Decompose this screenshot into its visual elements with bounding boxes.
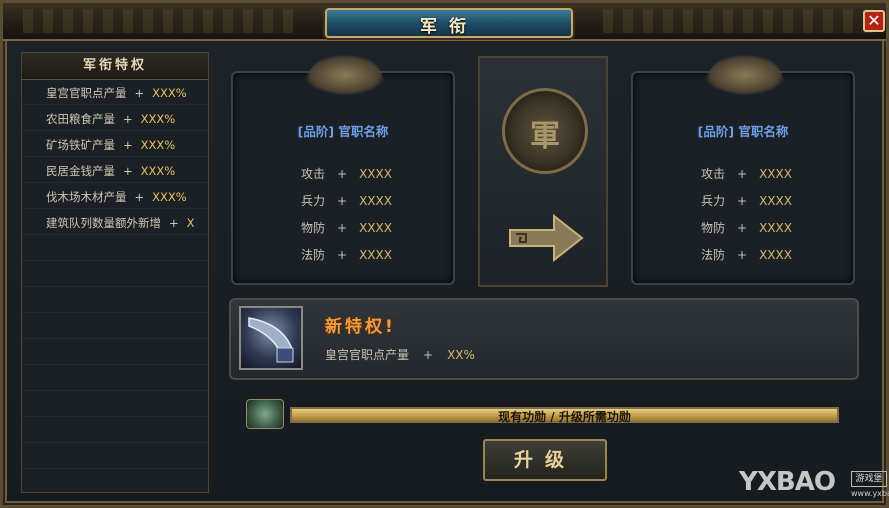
stat-row: 攻击 + XXXX [301, 165, 392, 182]
new-privilege-title: 新特权! [325, 317, 396, 337]
privileges-list: 皇宫官职点产量 + XXX% 农田粮食产量 + XXX% 矿场铁矿产量 + XXX% 民居金钱产量… [22, 80, 208, 236]
new-privilege-line: 皇宫官职点产量 + XX% [325, 346, 475, 363]
privilege-label: 矿场铁矿产量 [46, 138, 115, 152]
plus-sign: + [337, 194, 348, 208]
privilege-item: 建筑队列数量额外新增 + X [22, 210, 208, 236]
title-plate: 军衔 [325, 8, 573, 38]
privilege-value: X [186, 216, 195, 230]
privilege-item: 民居金钱产量 + XXX% [22, 158, 208, 184]
stat-value: XXXX [359, 248, 392, 262]
plus-sign: + [737, 221, 748, 235]
rank-transition: 軍 [478, 56, 608, 287]
seal-glyph: 軍 [530, 119, 560, 154]
emblem-ornament-icon [705, 55, 785, 95]
privilege-value: XXX% [152, 86, 187, 100]
plus-sign: + [337, 167, 348, 181]
bronze-vessel-icon [246, 399, 284, 429]
privileges-header: 军衔特权 [22, 53, 208, 80]
plus-sign: + [123, 138, 133, 152]
privilege-value: XXX% [152, 190, 187, 204]
privilege-item: 皇宫官职点产量 + XXX% [22, 80, 208, 106]
privilege-label: 伐木场木材产量 [46, 190, 127, 204]
new-privilege-panel: 新特权! 皇宫官职点产量 + XX% [229, 298, 859, 380]
scroll-ornament-left [23, 9, 293, 33]
stat-value: XXXX [359, 221, 392, 235]
watermark-logo: YXBAO [739, 467, 836, 497]
stat-label: 兵力 [701, 194, 726, 208]
plus-sign: + [134, 190, 145, 204]
plus-sign: + [134, 86, 145, 100]
privilege-item: 伐木场木材产量 + XXX% [22, 184, 208, 210]
emblem-ornament-icon [305, 55, 385, 95]
military-seal-icon: 軍 [502, 88, 588, 174]
stat-row: 法防 + XXXX [701, 246, 792, 263]
stat-value: XXXX [359, 167, 392, 181]
watermark-badge: 游戏堡 [851, 471, 887, 487]
stat-label: 法防 [701, 248, 726, 262]
stat-label: 攻击 [301, 167, 326, 181]
privilege-value: XXX% [140, 138, 176, 152]
military-rank-window: 军衔 ✕ 军衔特权 皇宫官职点产量 + XXX% 农田粮食产量 + XXX% 矿场铁矿产量 +… [0, 0, 889, 508]
privilege-item: 矿场铁矿产量 + XXX% [22, 132, 208, 158]
upgrade-button[interactable]: 升级 [483, 439, 607, 481]
next-rank-panel: [品阶] 官职名称 攻击 + XXXX 兵力 + XXXX 物防 + XXXX 法防 + XXXX [631, 55, 855, 285]
stat-label: 物防 [701, 221, 726, 235]
arrow-right-icon [509, 214, 584, 262]
current-rank-name: [品阶] 官职名称 [297, 124, 389, 139]
privilege-item: 农田粮食产量 + XXX% [22, 106, 208, 132]
stat-row: 攻击 + XXXX [701, 165, 792, 182]
plus-sign: + [123, 164, 133, 178]
privilege-label: 民居金钱产量 [46, 164, 115, 178]
watermark-url: www.yxbao.com [851, 489, 889, 498]
stat-row: 物防 + XXXX [301, 219, 392, 236]
privilege-label: 建筑队列数量额外新增 [46, 216, 161, 230]
stat-label: 兵力 [301, 194, 326, 208]
stat-value: XXXX [359, 194, 392, 208]
plus-sign: + [737, 194, 748, 208]
stat-label: 攻击 [701, 167, 726, 181]
stat-value: XXXX [759, 167, 792, 181]
plus-sign: + [337, 221, 348, 235]
horn-item-icon[interactable] [239, 306, 303, 370]
title-bar: 军衔 ✕ [3, 3, 886, 41]
next-rank-name: [品阶] 官职名称 [697, 124, 789, 139]
privilege-value: XXX% [140, 112, 176, 126]
new-privilege-value: XX% [447, 348, 475, 362]
plus-sign: + [423, 348, 434, 362]
current-rank-panel: [品阶] 官职名称 攻击 + XXXX 兵力 + XXXX 物防 + XXXX 法防 + XXXX [231, 55, 455, 285]
plus-sign: + [737, 167, 748, 181]
privilege-value: XXX% [140, 164, 176, 178]
stat-row: 物防 + XXXX [701, 219, 792, 236]
privileges-panel: 军衔特权 皇宫官职点产量 + XXX% 农田粮食产量 + XXX% 矿场铁矿产量 + XXX% 民… [21, 52, 209, 493]
stat-value: XXXX [759, 221, 792, 235]
merit-progress-bar: 现有功勋 / 升级所需功勋 [290, 407, 839, 424]
stat-value: XXXX [759, 248, 792, 262]
plus-sign: + [337, 248, 348, 262]
new-privilege-label: 皇宫官职点产量 [325, 348, 410, 362]
privilege-label: 皇宫官职点产量 [46, 86, 127, 100]
stat-value: XXXX [759, 194, 792, 208]
plus-sign: + [123, 112, 133, 126]
stat-label: 法防 [301, 248, 326, 262]
privilege-label: 农田粮食产量 [46, 112, 115, 126]
plus-sign: + [169, 216, 179, 230]
plus-sign: + [737, 248, 748, 262]
window-title: 军衔 [420, 17, 478, 37]
stat-row: 兵力 + XXXX [701, 192, 792, 209]
progress-text: 现有功勋 / 升级所需功勋 [498, 410, 631, 424]
close-button[interactable]: ✕ [863, 10, 885, 32]
stat-row: 法防 + XXXX [301, 246, 392, 263]
stat-row: 兵力 + XXXX [301, 192, 392, 209]
stat-label: 物防 [301, 221, 326, 235]
scroll-ornament-right [603, 9, 873, 33]
